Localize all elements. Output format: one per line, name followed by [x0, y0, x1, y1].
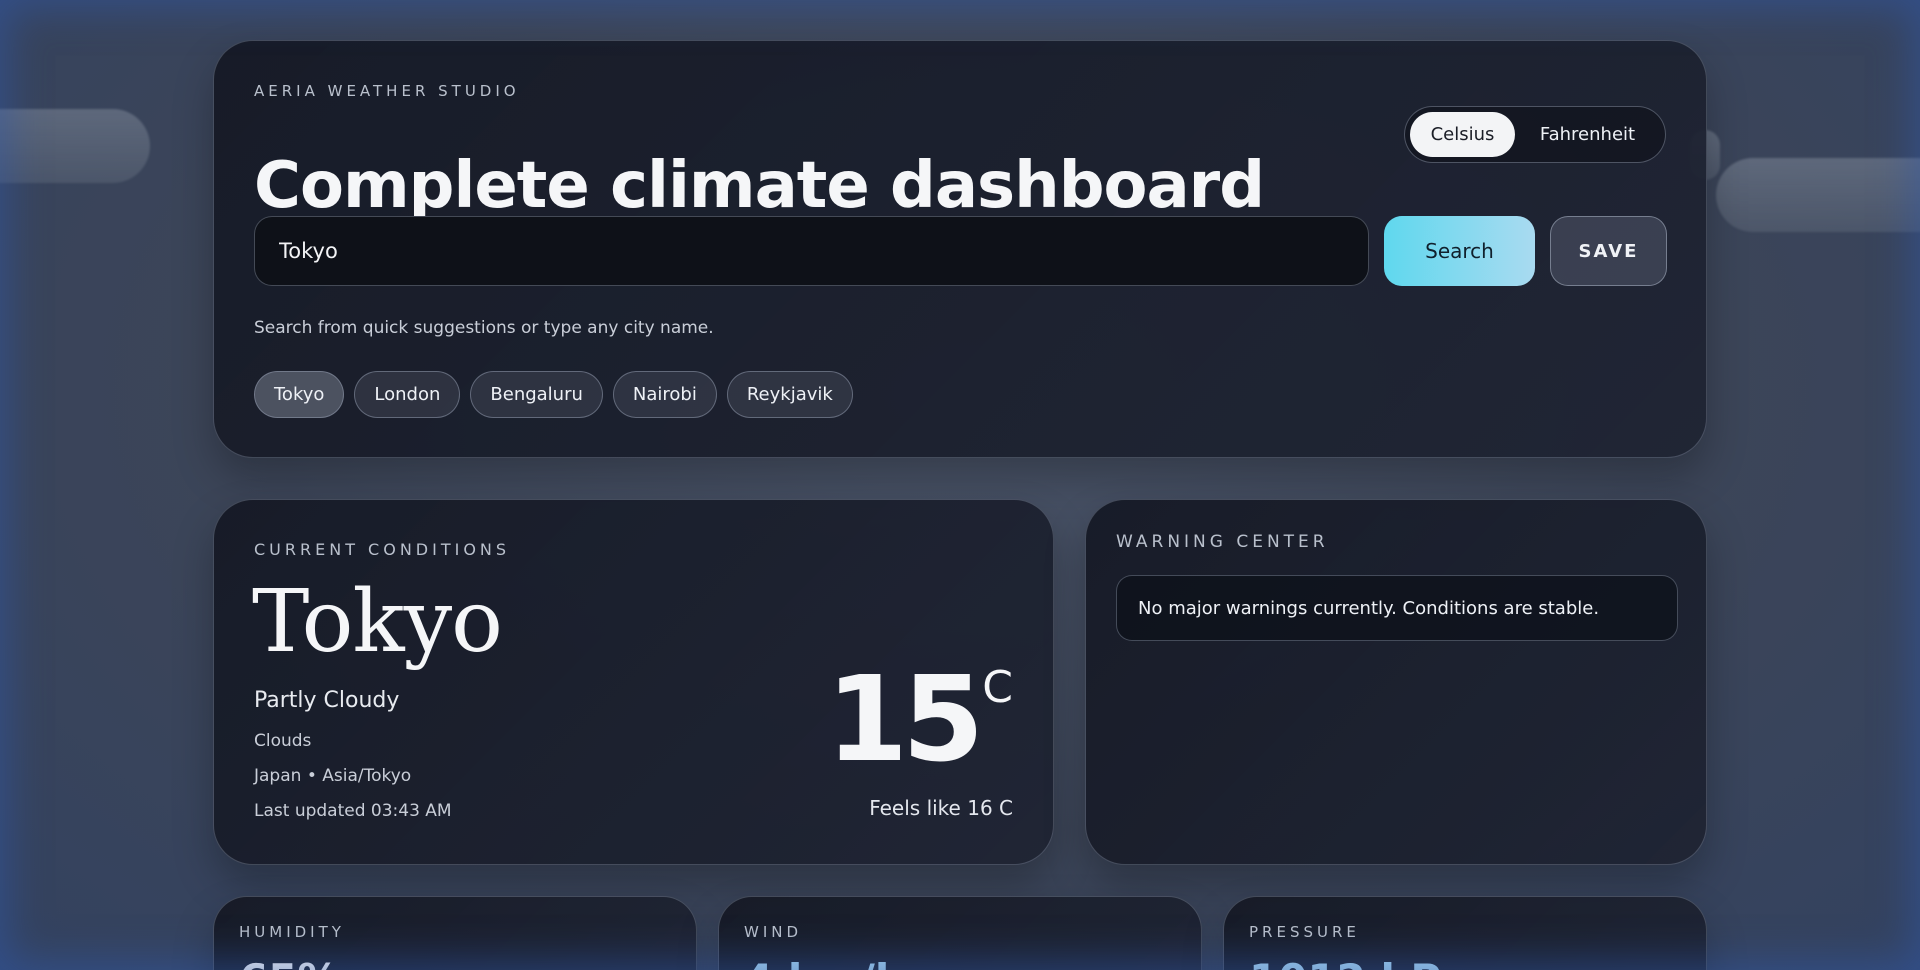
- wind-card: WIND 4 km/h: [718, 896, 1202, 970]
- humidity-label: HUMIDITY: [239, 923, 345, 941]
- city-search-input[interactable]: [254, 216, 1369, 286]
- search-button[interactable]: Search: [1384, 216, 1535, 286]
- suggestion-chip-reykjavik[interactable]: Reykjavik: [726, 371, 853, 418]
- unit-toggle: Celsius Fahrenheit: [1404, 106, 1666, 163]
- warning-message: No major warnings currently. Conditions …: [1116, 575, 1678, 641]
- location-timezone: Japan • Asia/Tokyo: [254, 766, 412, 786]
- decorative-cloud-left: [0, 109, 150, 183]
- pressure-value: 1012 hPa: [1249, 955, 1468, 970]
- pressure-card: PRESSURE 1012 hPa: [1223, 896, 1707, 970]
- current-conditions-card: CURRENT CONDITIONS Tokyo Partly Cloudy C…: [213, 499, 1054, 865]
- temperature-value: 15: [826, 650, 984, 788]
- suggestion-chip-nairobi[interactable]: Nairobi: [612, 371, 717, 418]
- search-helper-text: Search from quick suggestions or type an…: [254, 318, 714, 338]
- condition-description: Clouds: [254, 731, 312, 751]
- humidity-value: 65%: [239, 955, 340, 970]
- condition-summary: Partly Cloudy: [254, 688, 400, 713]
- last-updated-time: Last updated 03:43 AM: [254, 801, 452, 821]
- current-city-name: Tokyo: [252, 572, 503, 672]
- pressure-label: PRESSURE: [1249, 923, 1360, 941]
- page-title: Complete climate dashboard: [254, 149, 1265, 223]
- decorative-cloud-right: [1716, 158, 1920, 232]
- wind-label: WIND: [744, 923, 803, 941]
- current-temperature: 15 C: [826, 660, 1013, 778]
- search-panel: AERIA WEATHER STUDIO Complete climate da…: [213, 40, 1707, 458]
- wind-value: 4 km/h: [744, 955, 905, 970]
- unit-fahrenheit-option[interactable]: Fahrenheit: [1515, 112, 1660, 157]
- city-suggestions: Tokyo London Bengaluru Nairobi Reykjavik: [254, 371, 853, 418]
- suggestion-chip-london[interactable]: London: [354, 371, 461, 418]
- feels-like-temperature: Feels like 16 C: [869, 796, 1013, 820]
- suggestion-chip-bengaluru[interactable]: Bengaluru: [470, 371, 603, 418]
- temperature-unit: C: [982, 662, 1013, 713]
- warning-center-heading: WARNING CENTER: [1116, 532, 1329, 552]
- humidity-card: HUMIDITY 65%: [213, 896, 697, 970]
- suggestion-chip-tokyo[interactable]: Tokyo: [254, 371, 345, 418]
- save-button[interactable]: SAVE: [1550, 216, 1667, 286]
- unit-celsius-option[interactable]: Celsius: [1410, 112, 1515, 157]
- brand-name: AERIA WEATHER STUDIO: [254, 82, 520, 100]
- warning-center-card: WARNING CENTER No major warnings current…: [1085, 499, 1707, 865]
- current-conditions-heading: CURRENT CONDITIONS: [254, 540, 511, 559]
